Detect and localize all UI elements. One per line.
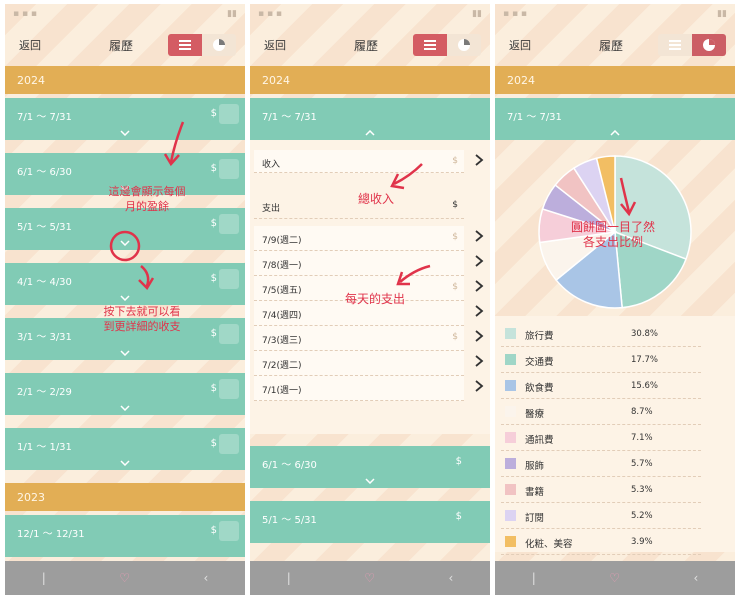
phone-screen-month-detail: ▪ ▪ ▪ ▮▮ 返回 履歷 2024 7/1 ～ 7/31 收入 $ 支出 $ … [250,4,490,595]
legend-row[interactable]: 旅行費 30.8% [501,322,701,347]
legend-category-name: 醫療 [525,409,545,420]
bottom-nav-bar: | ♡ ‹ [250,561,490,595]
annotation-arrow [399,264,431,283]
legend-swatch [505,432,516,443]
nav-recents-icon[interactable]: | [532,571,536,585]
legend-percent: 15.6% [631,381,659,391]
legend-swatch [505,380,516,391]
phone-screen-pie-chart: ▪ ▪ ▪ ▮▮ 返回 履歷 2024 7/1 ～ 7/31 圓餅圖一目了然 各支… [495,4,735,595]
legend-category-name: 通訊費 [525,435,554,446]
legend-percent: 3.9% [631,537,653,547]
legend-swatch [505,406,516,417]
legend-percent: 5.3% [631,485,653,495]
heart-icon[interactable]: ♡ [364,571,375,585]
annotation-arrows [390,163,431,286]
legend-row[interactable]: 飲食費 15.6% [501,374,701,399]
legend-category-name: 旅行費 [525,331,554,342]
phone-screen-history-list: ▪ ▪ ▪ ▮▮ 返回 履歷 2024 7/1 ～ 7/31 $ 6/1 ～ 6/3… [5,4,245,595]
category-legend: 旅行費 30.8% 交通費 17.7% 飲食費 15.6% 醫療 8.7% 通訊費 7.1% 服飾 5… [495,316,735,555]
legend-percent: 8.7% [631,407,653,417]
annotation-arrows [109,121,185,291]
legend-category-name: 化粧、美容 [525,539,573,550]
legend-swatch [505,458,516,469]
legend-swatch [505,536,516,547]
legend-category-name: 飲食費 [525,383,554,394]
legend-percent: 30.8% [631,329,659,339]
nav-back-icon[interactable]: ‹ [203,571,208,585]
heart-icon[interactable]: ♡ [119,571,130,585]
legend-percent: 17.7% [631,355,659,365]
legend-row[interactable]: 醫療 8.7% [501,400,701,425]
legend-row[interactable]: 服飾 5.7% [501,452,701,477]
legend-category-name: 交通費 [525,357,554,368]
legend-percent: 7.1% [631,433,653,443]
bottom-nav-bar: | ♡ ‹ [5,561,245,595]
legend-percent: 5.7% [631,459,653,469]
nav-back-icon[interactable]: ‹ [448,571,453,585]
annotation-arrowhead [138,277,155,291]
legend-row[interactable]: 交通費 17.7% [501,348,701,373]
legend-row[interactable]: 書籍 5.3% [501,478,701,503]
nav-recents-icon[interactable]: | [287,571,291,585]
nav-recents-icon[interactable]: | [42,571,46,585]
legend-percent: 5.2% [631,511,653,521]
heart-icon[interactable]: ♡ [609,571,620,585]
legend-swatch [505,484,516,495]
legend-swatch [505,328,516,339]
legend-category-name: 服飾 [525,461,545,472]
bottom-nav-bar: | ♡ ‹ [495,561,735,595]
legend-row[interactable]: 通訊費 7.1% [501,426,701,451]
legend-row[interactable]: 訂閱 5.2% [501,504,701,529]
legend-category-name: 訂閱 [525,513,545,524]
highlight-circle [109,230,141,262]
legend-row[interactable]: 化粧、美容 3.9% [501,530,701,555]
nav-back-icon[interactable]: ‹ [693,571,698,585]
annotation-arrow [393,163,423,186]
legend-category-name: 書籍 [525,487,545,498]
legend-swatch [505,354,516,365]
legend-swatch [505,510,516,521]
